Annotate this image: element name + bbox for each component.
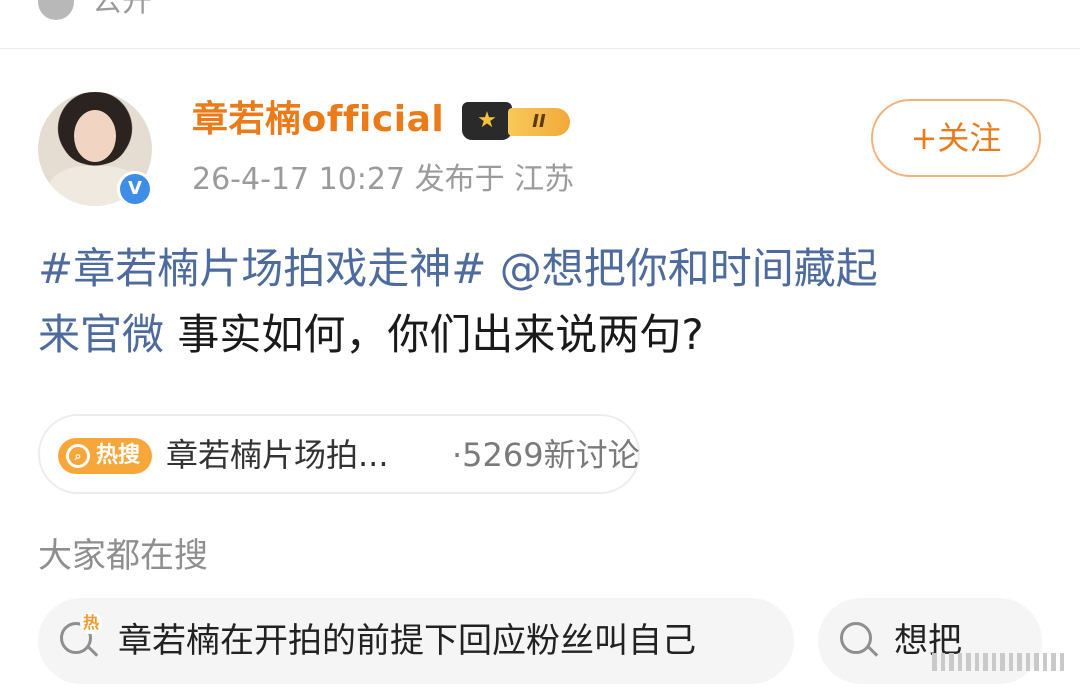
- visibility-label: 公开: [92, 0, 152, 19]
- divider: [0, 48, 1080, 49]
- globe-icon: [38, 0, 74, 20]
- member-level: II: [508, 108, 570, 136]
- hot-mark-icon: 热: [80, 612, 102, 634]
- mention-line-2: 来官微: [38, 310, 165, 359]
- hot-search-badge: ⌕ 热搜: [58, 438, 152, 474]
- hashtag-link[interactable]: #章若楠片场拍戏走神#: [38, 244, 486, 293]
- hot-search-pill[interactable]: ⌕ 热搜 章若楠片场拍... ·5269新讨论: [38, 414, 640, 494]
- post-location: 发布于 江苏: [414, 162, 575, 197]
- member-badge[interactable]: ★ II: [462, 98, 574, 142]
- related-search-title: 大家都在搜: [38, 536, 208, 576]
- hot-search-title: 章若楠片场拍...: [166, 436, 389, 474]
- post-timestamp: 26-4-17 10:27: [192, 162, 406, 197]
- crown-icon: ★: [462, 102, 512, 140]
- post-body: 事实如何，你们出来说两句?: [177, 310, 704, 359]
- avatar-face: [74, 110, 116, 162]
- weibo-post-page: 公开 V 章若楠official ★ II 26-4-17 10:27 发布于 …: [0, 0, 1080, 691]
- follow-button[interactable]: +关注: [871, 99, 1041, 177]
- visibility-bar: 公开: [0, 0, 1080, 48]
- search-icon: [840, 622, 872, 654]
- author-name[interactable]: 章若楠official: [192, 98, 444, 142]
- related-search-chip[interactable]: 热 章若楠在开拍的前提下回应粉丝叫自己: [38, 598, 794, 684]
- related-search-label: 章若楠在开拍的前提下回应粉丝叫自己: [118, 621, 696, 661]
- watermark: [932, 648, 1064, 676]
- hot-search-count: ·5269新讨论: [452, 436, 640, 474]
- mention-line-1: @想把你和时间藏起: [499, 244, 878, 293]
- search-icon: ⌕: [66, 444, 90, 468]
- hot-search-badge-label: 热搜: [96, 443, 141, 468]
- verified-icon: V: [117, 171, 153, 207]
- post-text: #章若楠片场拍戏走神# @想把你和时间藏起来官微 事实如何，你们出来说两句?: [38, 236, 1038, 368]
- post-meta: 26-4-17 10:27 发布于 江苏: [192, 160, 574, 200]
